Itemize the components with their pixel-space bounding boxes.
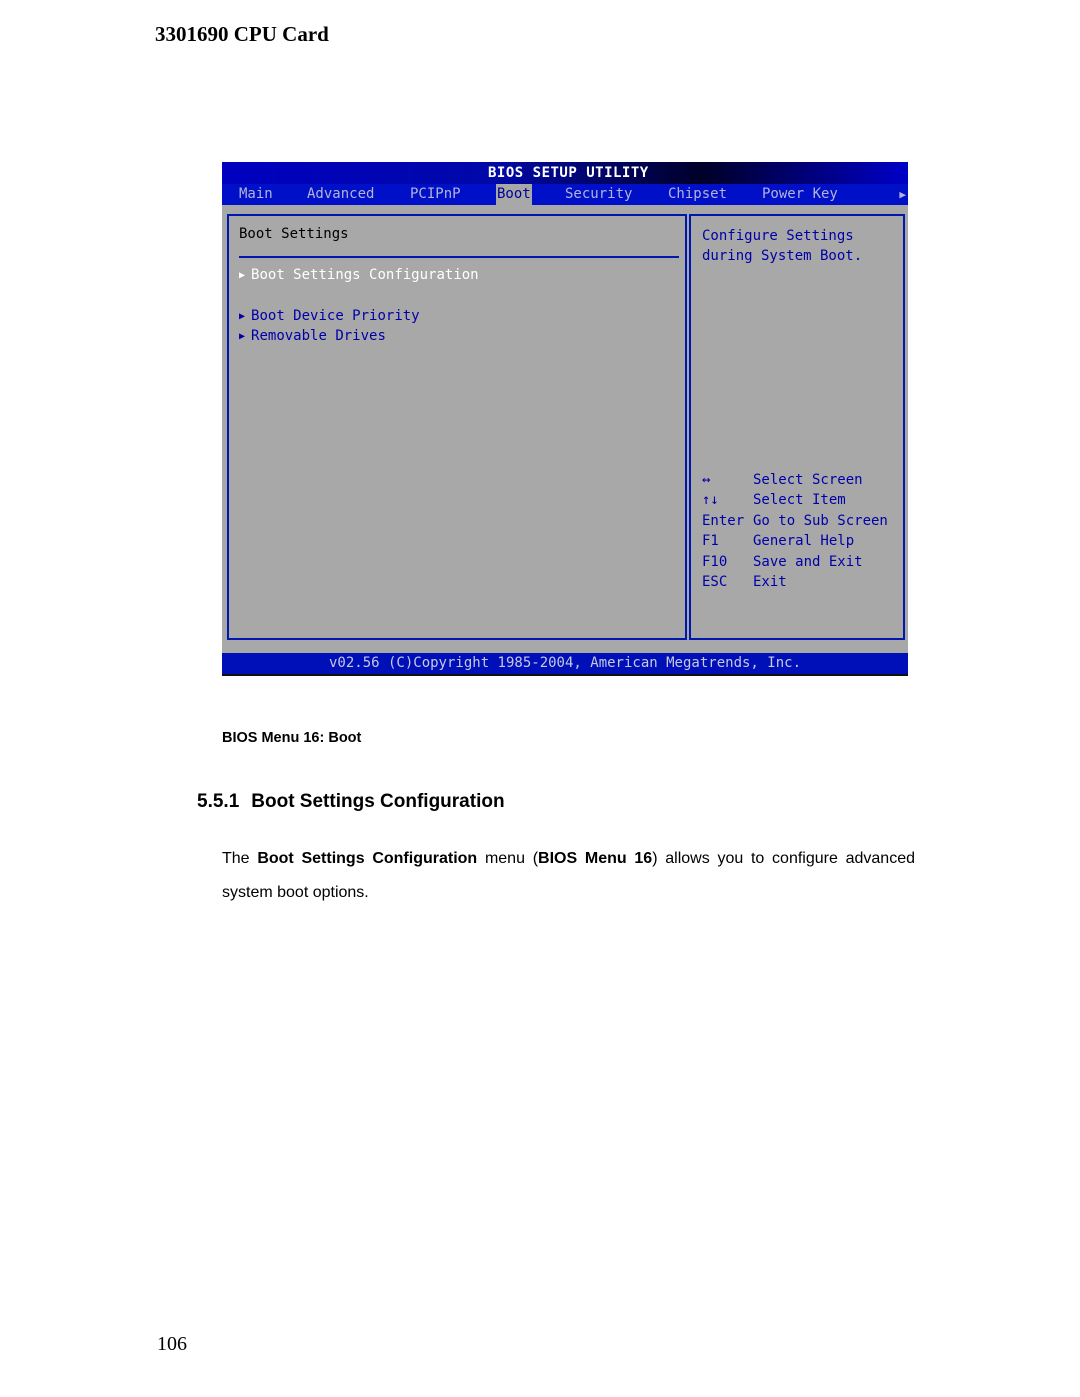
key-action: Select Screen <box>753 472 863 488</box>
key-legend-row: ↔ Select Screen <box>702 470 888 490</box>
key-legend-row: Enter Go to Sub Screen <box>702 511 888 531</box>
settings-panel: Boot Settings ▶ Boot Settings Configurati… <box>227 214 687 640</box>
menu-item-boot-settings-configuration[interactable]: ▶ Boot Settings Configuration <box>239 267 479 283</box>
tab-advanced[interactable]: Advanced <box>306 184 375 205</box>
key-legend-row: F10 Save and Exit <box>702 552 888 572</box>
key-action: Exit <box>753 574 787 591</box>
section-title-text: Boot Settings Configuration <box>251 791 505 812</box>
up-down-arrows-icon: ↑↓ <box>702 492 719 509</box>
key-action: Select Item <box>753 492 846 509</box>
key-name: ESC <box>702 574 728 591</box>
menu-item-label: Boot Device Priority <box>251 308 420 324</box>
tab-main[interactable]: Main <box>238 184 274 205</box>
tab-security[interactable]: Security <box>564 184 633 205</box>
menu-item-boot-device-priority[interactable]: ▶ Boot Device Priority <box>239 308 420 324</box>
key-action: Save and Exit <box>753 553 863 570</box>
bios-title: BIOS SETUP UTILITY <box>488 165 649 181</box>
section-heading: 5.5.1 Boot Settings Configuration <box>197 791 505 813</box>
menu-item-label: Boot Settings Configuration <box>251 267 479 283</box>
help-panel: Configure Settings during System Boot. ↔… <box>689 214 905 640</box>
key-legend: ↔ Select Screen ↑↓ Select Item Enter Go to … <box>702 470 888 592</box>
key-name: F1 <box>702 533 719 550</box>
menu-item-removable-drives[interactable]: ▶ Removable Drives <box>239 328 386 344</box>
bios-screenshot: BIOS SETUP UTILITY Main Advanced PCIPnP … <box>222 162 908 676</box>
section-title: Boot Settings <box>239 226 349 242</box>
bios-footer: v02.56 (C)Copyright 1985-2004, American … <box>222 653 908 676</box>
body-paragraph: The Boot Settings Configuration menu (BI… <box>222 842 915 910</box>
menu-item-label: Removable Drives <box>251 328 386 344</box>
help-text: Configure Settings during System Boot. <box>702 228 863 264</box>
bold-term: Boot Settings Configuration <box>257 850 478 867</box>
section-divider <box>239 256 679 258</box>
more-tabs-arrow-icon[interactable]: ▶ <box>899 184 906 205</box>
tab-pcipnp[interactable]: PCIPnP <box>409 184 462 205</box>
key-legend-row: ESC Exit <box>702 572 888 592</box>
key-action: General Help <box>753 533 855 550</box>
tab-chipset[interactable]: Chipset <box>667 184 728 205</box>
key-legend-row: ↑↓ Select Item <box>702 490 888 510</box>
bios-title-bar: BIOS SETUP UTILITY <box>222 162 908 184</box>
bios-tab-bar: Main Advanced PCIPnP Boot Security Chips… <box>222 184 908 205</box>
text-run: menu ( <box>477 850 539 867</box>
key-name: F10 <box>702 553 728 570</box>
section-number: 5.5.1 <box>197 791 240 812</box>
page-number: 106 <box>157 1333 187 1355</box>
submenu-arrow-icon: ▶ <box>239 311 246 322</box>
submenu-arrow-icon: ▶ <box>239 270 246 281</box>
key-name: Enter <box>702 512 745 529</box>
key-legend-row: F1 General Help <box>702 531 888 551</box>
bold-reference: BIOS Menu 16 <box>538 850 653 867</box>
tab-power-key[interactable]: Power Key <box>761 184 839 205</box>
tab-boot[interactable]: Boot <box>496 184 532 205</box>
left-right-arrows-icon: ↔ <box>702 472 711 488</box>
figure-caption: BIOS Menu 16: Boot <box>222 730 362 746</box>
key-action: Go to Sub Screen <box>753 512 888 529</box>
submenu-arrow-icon: ▶ <box>239 331 246 342</box>
page-header: 3301690 CPU Card <box>155 22 329 46</box>
text-run: The <box>222 850 258 867</box>
